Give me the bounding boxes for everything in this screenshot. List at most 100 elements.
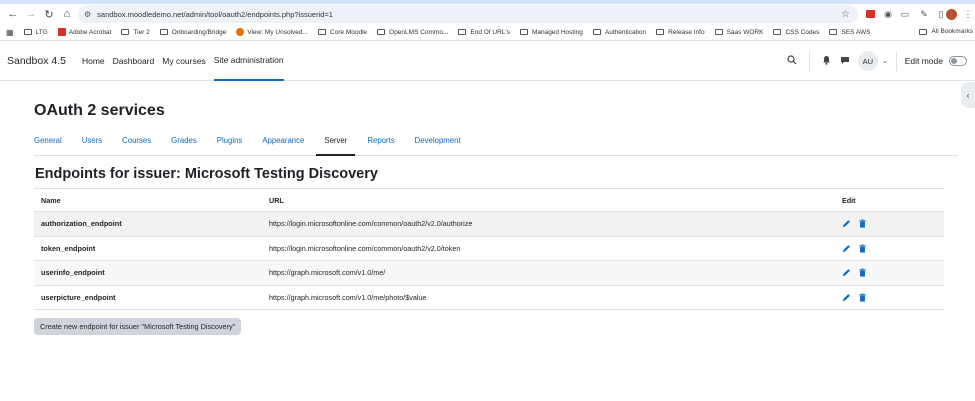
bookmark-item[interactable]: Tier 2 (121, 29, 150, 36)
all-bookmarks[interactable]: All Bookmarks (919, 28, 973, 35)
moodle-navbar: Sandbox 4.5 Home Dashboard My courses Si… (0, 41, 975, 81)
avatar[interactable]: AU (857, 51, 878, 71)
edit-actions (842, 268, 874, 277)
pencil-icon[interactable] (842, 293, 851, 302)
site-brand[interactable]: Sandbox 4.5 (7, 55, 66, 67)
create-endpoint-button[interactable]: Create new endpoint for issuer "Microsof… (34, 318, 242, 335)
bookmark-item[interactable]: Adobe Acrobat (57, 28, 112, 36)
column-header-edit: Edit (842, 195, 856, 205)
nav-dashboard[interactable]: Dashboard (113, 41, 155, 81)
bookmark-label: Core Moodle (329, 28, 368, 36)
bookmark-label: Saas WORK (726, 28, 764, 36)
folder-icon (656, 29, 665, 35)
address-bar[interactable]: ⚙ sandbox.moodledemo.net/admin/tool/oaut… (78, 5, 858, 23)
bookmark-item[interactable]: Managed Hosting (519, 28, 583, 36)
edit-mode-toggle[interactable] (949, 56, 967, 66)
tab-users[interactable]: Users (82, 134, 102, 156)
extensions-icon[interactable]: ✎ (917, 7, 931, 21)
primary-navigation: Home Dashboard My courses Site administr… (82, 41, 292, 81)
bookmark-label: OpenLMS Commo... (389, 28, 449, 36)
folder-icon (377, 29, 386, 35)
navbar-divider (895, 51, 897, 71)
pencil-icon[interactable] (842, 268, 851, 277)
bell-icon[interactable] (818, 55, 836, 67)
bookmark-label: Authentication (604, 28, 647, 36)
tab-server[interactable]: Server (316, 134, 356, 156)
bookmark-label: View: My Unsolved... (247, 28, 308, 36)
endpoint-url: https://graph.microsoft.com/v1.0/me/ (269, 268, 386, 278)
tab-development[interactable]: Development (415, 134, 461, 156)
folder-icon (919, 28, 928, 35)
chat-icon[interactable] (836, 56, 854, 67)
tab-plugins[interactable]: Plugins (217, 134, 243, 156)
bookmark-label: Adobe Acrobat (68, 28, 112, 36)
trash-icon[interactable] (858, 293, 867, 302)
bookmark-item[interactable]: CSS Codes (773, 29, 819, 36)
folder-icon (519, 29, 528, 35)
pencil-icon[interactable] (842, 244, 851, 253)
trash-icon[interactable] (858, 268, 867, 277)
column-header-url: URL (269, 195, 284, 205)
folder-icon (317, 29, 326, 35)
site-info-icon[interactable]: ⚙ (84, 10, 91, 19)
bookmark-item[interactable]: LTG (23, 28, 48, 36)
pencil-icon[interactable] (842, 219, 851, 228)
drawer-toggle-icon[interactable]: ‹ (961, 82, 975, 108)
section-title: Endpoints for issuer: Microsoft Testing … (35, 166, 378, 182)
bookmark-item[interactable]: SES AWS (829, 29, 870, 36)
edit-mode-label: Edit mode (904, 56, 943, 66)
all-bookmarks-label: All Bookmarks (931, 28, 973, 35)
tab-general[interactable]: General (34, 134, 62, 156)
bookmarks-bar: ▦ LTG Adobe Acrobat Tier 2 Onboarding/Br… (0, 24, 975, 41)
endpoint-url: https://graph.microsoft.com/v1.0/me/phot… (269, 292, 427, 302)
bookmark-label: LTG (35, 28, 48, 36)
nav-my-courses[interactable]: My courses (162, 41, 205, 81)
pdf-icon (57, 28, 66, 36)
tab-courses[interactable]: Courses (122, 134, 151, 156)
endpoint-name: token_endpoint (41, 243, 96, 253)
apps-icon[interactable]: ▦ (6, 28, 14, 37)
bookmark-item[interactable]: Saas WORK (714, 28, 764, 36)
bookmark-item[interactable]: Core Moodle (317, 28, 368, 36)
secondary-navigation: General Users Courses Grades Plugins App… (34, 134, 958, 156)
browser-toolbar: ← → ↻ ⌂ ⚙ sandbox.moodledemo.net/admin/t… (0, 4, 975, 24)
endpoints-table: Name URL Edit authorization_endpoint htt… (34, 188, 944, 310)
bookmark-label: Managed Hosting (531, 28, 583, 36)
camera-icon[interactable]: ◉ (881, 7, 895, 21)
table-row: userpicture_endpoint https://graph.micro… (34, 286, 944, 310)
profile-avatar-icon[interactable] (944, 7, 958, 21)
screen-icon[interactable]: ▭ (898, 7, 912, 21)
folder-icon (23, 29, 32, 35)
folder-icon (714, 29, 723, 35)
bookmark-item[interactable]: Release Info (656, 29, 705, 36)
bookmark-item[interactable]: OpenLMS Commo... (377, 29, 448, 36)
tab-appearance[interactable]: Appearance (262, 134, 304, 156)
edit-actions (842, 293, 874, 302)
search-icon[interactable] (783, 55, 801, 67)
folder-icon (121, 29, 130, 35)
site-favicon-icon (236, 28, 245, 36)
reload-icon[interactable]: ↻ (40, 5, 58, 23)
back-icon[interactable]: ← (4, 5, 22, 23)
bookmark-item[interactable]: Authentication (592, 28, 647, 36)
bookmark-item[interactable]: View: My Unsolved... (236, 28, 308, 36)
page-title: OAuth 2 services (34, 102, 165, 119)
home-icon[interactable]: ⌂ (58, 5, 76, 23)
star-icon[interactable]: ☆ (841, 9, 850, 20)
forward-icon[interactable]: → (22, 5, 40, 23)
chevron-down-icon[interactable]: ⌄ (882, 57, 888, 65)
nav-site-administration[interactable]: Site administration (213, 41, 284, 81)
folder-icon (829, 29, 838, 35)
menu-icon[interactable]: ⋮ (961, 7, 975, 21)
folder-icon (773, 29, 782, 35)
bookmark-label: Onboarding/Bridge (171, 28, 227, 36)
trash-icon[interactable] (858, 244, 867, 253)
bookmark-item[interactable]: Onboarding/Bridge (159, 28, 227, 36)
nav-home[interactable]: Home (82, 41, 105, 81)
bookmark-label: End Of URL's (470, 28, 510, 36)
extension-red-icon[interactable] (863, 7, 877, 21)
bookmark-item[interactable]: End Of URL's (458, 29, 510, 36)
trash-icon[interactable] (858, 219, 867, 228)
tab-grades[interactable]: Grades (171, 134, 197, 156)
tab-reports[interactable]: Reports (367, 134, 394, 156)
